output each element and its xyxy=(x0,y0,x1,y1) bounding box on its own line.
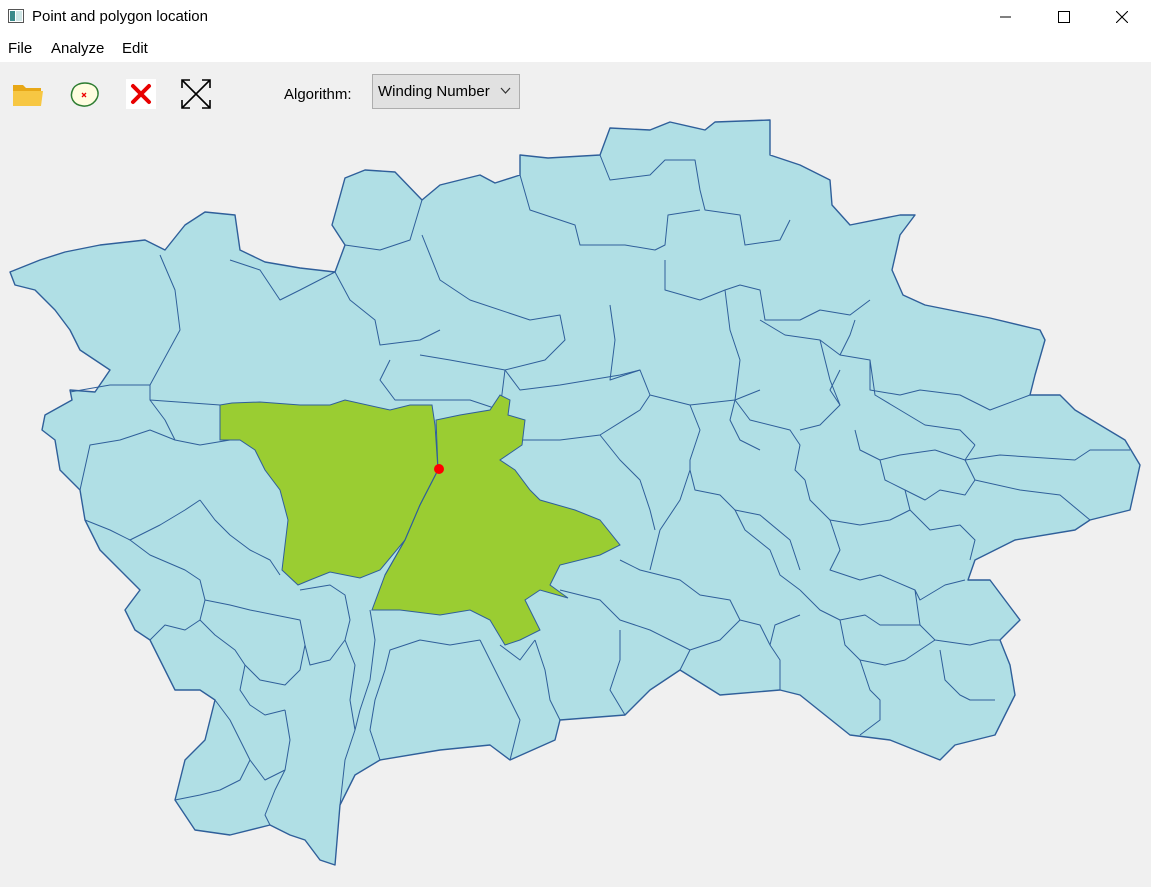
menu-analyze[interactable]: Analyze xyxy=(51,40,104,57)
app-window-icon xyxy=(8,9,24,23)
menu-bar: File Analyze Edit xyxy=(0,34,1151,62)
menu-file[interactable]: File xyxy=(8,40,32,57)
maximize-icon xyxy=(1058,11,1070,23)
fit-extent-icon xyxy=(181,79,211,109)
close-button[interactable] xyxy=(1093,0,1151,34)
clear-icon xyxy=(126,79,156,109)
algorithm-selected-value: Winding Number xyxy=(378,83,490,100)
algorithm-select[interactable]: Winding Number xyxy=(372,74,520,109)
point-in-polygon-button[interactable] xyxy=(64,74,104,114)
minimize-icon xyxy=(1000,16,1011,18)
algorithm-label: Algorithm: xyxy=(284,86,352,103)
point-in-polygon-icon xyxy=(70,82,99,107)
query-point xyxy=(434,464,444,474)
chevron-down-icon xyxy=(500,87,511,94)
clear-button[interactable] xyxy=(121,74,161,114)
minimize-button[interactable] xyxy=(977,0,1035,34)
folder-icon xyxy=(13,85,43,106)
close-icon xyxy=(1116,11,1128,23)
prague-outline xyxy=(9,119,1141,866)
window-title: Point and polygon location xyxy=(32,8,208,25)
open-file-button[interactable] xyxy=(8,74,48,114)
title-bar: Point and polygon location xyxy=(0,0,1151,34)
maximize-button[interactable] xyxy=(1035,0,1093,34)
fit-extent-button[interactable] xyxy=(176,74,216,114)
menu-edit[interactable]: Edit xyxy=(122,40,148,57)
map-canvas[interactable] xyxy=(0,110,1151,887)
